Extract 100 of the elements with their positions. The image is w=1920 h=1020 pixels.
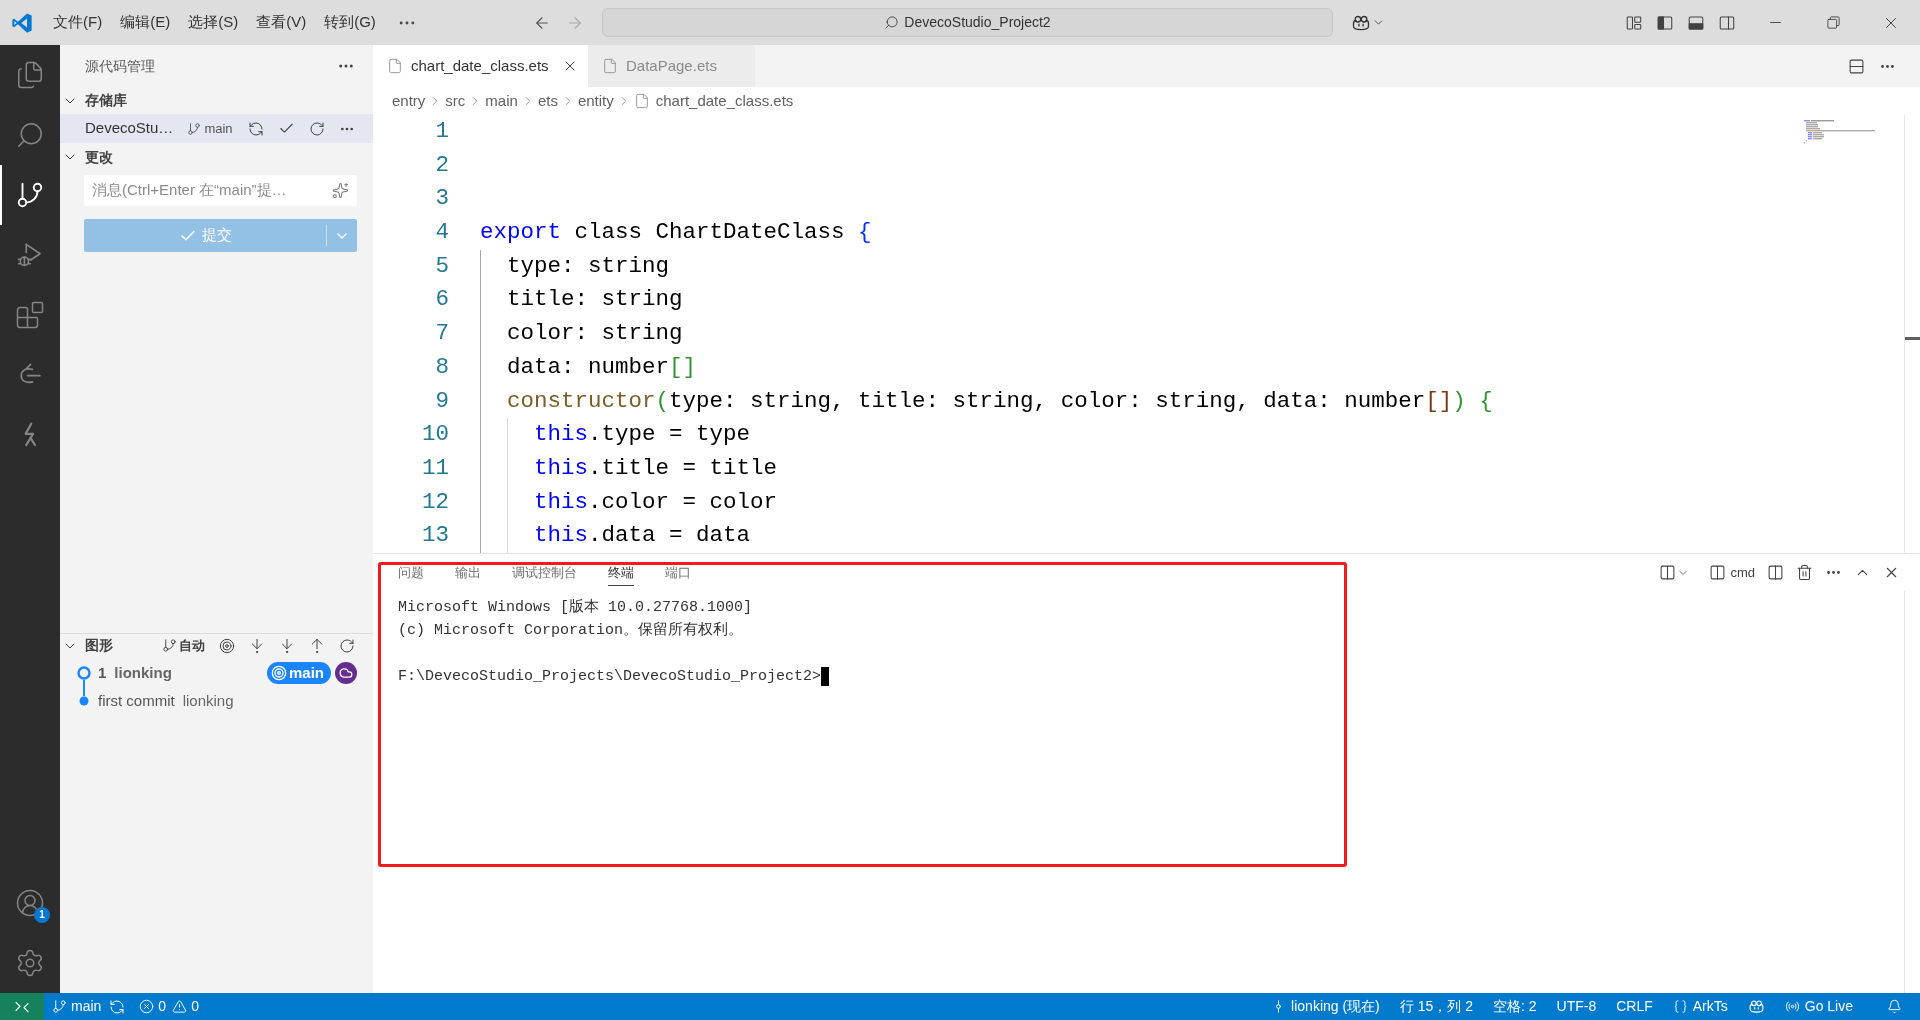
breadcrumb-item[interactable]: entity <box>577 89 614 113</box>
split-icon[interactable] <box>1659 564 1677 581</box>
code-line: this.type = type <box>480 418 751 452</box>
breadcrumb-item[interactable]: entry <box>392 89 426 113</box>
breadcrumb-item[interactable]: src <box>445 89 466 113</box>
line-number: 2 <box>435 150 449 180</box>
minimap[interactable] <box>1804 120 1876 144</box>
status-item[interactable]: lionking (现在) <box>1271 996 1380 1017</box>
line-number: 4 <box>435 218 449 248</box>
sidebar-title: 源代码管理 <box>85 56 155 76</box>
menu-item[interactable]: 文件(F) <box>44 7 112 38</box>
line-number: 9 <box>435 386 449 416</box>
user-icon[interactable] <box>15 888 45 918</box>
trash-icon[interactable] <box>1796 564 1813 581</box>
editor-tab[interactable]: chart_date_class.ets <box>373 45 588 87</box>
terminal-switcher[interactable]: cmd <box>1709 562 1755 583</box>
refresh-icon[interactable] <box>309 120 325 137</box>
menu-item[interactable]: 查看(V) <box>247 7 316 38</box>
panel-bottom-icon[interactable] <box>1687 13 1705 32</box>
search-field[interactable]: DevecoStudio_Project2 <box>602 8 1333 37</box>
braces-icon <box>1672 999 1688 1014</box>
refresh-icon[interactable] <box>339 637 355 654</box>
settings-icon[interactable] <box>15 948 45 978</box>
status-item[interactable]: 空格: 2 <box>1492 996 1537 1017</box>
status-item[interactable]: Go Live <box>1784 996 1853 1017</box>
graph-mode-switcher[interactable]: 自动 <box>162 635 205 656</box>
status-item[interactable]: ArkTs <box>1672 996 1728 1017</box>
overview-ruler-mark <box>1905 337 1920 340</box>
breadcrumb-item[interactable]: ets <box>537 89 558 113</box>
sync-icon[interactable] <box>109 998 126 1015</box>
menu-item[interactable]: 选择(S) <box>179 7 248 38</box>
menu-item[interactable]: 编辑(E) <box>111 7 180 38</box>
bell-icon[interactable] <box>1887 999 1902 1014</box>
app-logo-icon <box>11 11 33 34</box>
commit-message[interactable]: first commit <box>98 689 175 713</box>
error-icon <box>139 999 155 1014</box>
line-number: 8 <box>435 352 449 382</box>
commit-author: lionking <box>182 690 234 711</box>
search-icon <box>884 15 900 30</box>
arrow-down-dot-icon[interactable] <box>279 637 295 654</box>
line-number: 1 <box>435 117 449 146</box>
text-cursor <box>821 667 830 686</box>
file-icon <box>633 93 650 109</box>
notification-badge: 1 <box>34 907 50 923</box>
line-number: 12 <box>422 487 449 517</box>
code-line: this.data = data <box>480 519 751 553</box>
sidebar-right-icon[interactable] <box>1718 13 1736 32</box>
graph-edge <box>83 680 85 696</box>
panel-tab[interactable]: 终端 <box>608 558 634 587</box>
line-number: 11 <box>422 453 449 483</box>
commit-message[interactable]: 1 <box>98 661 107 685</box>
line-number: 10 <box>422 420 449 450</box>
panel-tab[interactable]: 问题 <box>398 558 424 587</box>
status-item[interactable]: UTF-8 <box>1556 996 1597 1017</box>
branch-icon <box>187 121 202 136</box>
branch-icon <box>15 180 45 210</box>
target-icon[interactable] <box>219 637 235 654</box>
branch-switcher[interactable]: main <box>187 118 233 139</box>
panel-tab[interactable]: 端口 <box>665 558 691 587</box>
sync-icon[interactable] <box>248 120 264 137</box>
sparkle-icon[interactable] <box>332 182 349 199</box>
code-line: export class ChartDateClass { <box>480 218 872 248</box>
panel-tab[interactable]: 调试控制台 <box>512 558 577 587</box>
status-item[interactable]: CRLF <box>1616 996 1653 1017</box>
robot-icon[interactable] <box>1747 998 1765 1015</box>
scrollbar[interactable] <box>1904 115 1920 553</box>
branch-status[interactable]: main <box>52 996 102 1017</box>
status-item[interactable]: 行 15，列 2 <box>1399 996 1473 1017</box>
blocks-icon <box>15 300 45 330</box>
menu-item[interactable]: 转到(G) <box>315 7 385 38</box>
remote-button[interactable] <box>0 993 44 1020</box>
section-header[interactable]: 更改 <box>60 146 113 168</box>
layout-icon[interactable] <box>1625 13 1643 32</box>
branch-icon <box>162 638 177 653</box>
split-editor-icon[interactable] <box>1848 57 1865 75</box>
branch-icon <box>52 999 67 1014</box>
code-line: color: string <box>480 317 683 351</box>
terminal-line: Microsoft Windows [版本 10.0.27768.1000] <box>398 599 753 616</box>
repository-row[interactable]: DevecoStu… main <box>60 114 373 143</box>
arrow-up-dot-icon[interactable] <box>309 637 325 654</box>
section-header[interactable]: 存储库 <box>60 90 127 111</box>
line-number: 13 <box>422 521 449 551</box>
breadcrumb-item[interactable]: chart_date_class.ets <box>655 89 794 113</box>
broadcast-icon <box>1784 999 1800 1014</box>
problems-status[interactable]: 0 0 <box>139 996 199 1017</box>
section-header[interactable]: 图形 <box>60 635 113 656</box>
code-line: data: number[] <box>480 350 697 385</box>
split-icon[interactable] <box>1767 564 1784 581</box>
message-input[interactable]: 消息(Ctrl+Enter 在“main”提… <box>84 175 357 206</box>
panel-tab[interactable]: 输出 <box>455 558 481 587</box>
line-number: 6 <box>435 285 449 315</box>
search-icon <box>15 120 45 150</box>
code-line: title: string <box>480 283 683 318</box>
line-number: 3 <box>435 184 449 214</box>
restore-icon[interactable] <box>1825 15 1841 30</box>
breadcrumb-item[interactable]: main <box>485 89 518 113</box>
line-number: 7 <box>435 319 449 349</box>
sidebar-left-icon[interactable] <box>1656 13 1674 32</box>
arrow-down-dot-icon[interactable] <box>249 637 265 654</box>
code-line: this.title = title <box>480 451 778 486</box>
